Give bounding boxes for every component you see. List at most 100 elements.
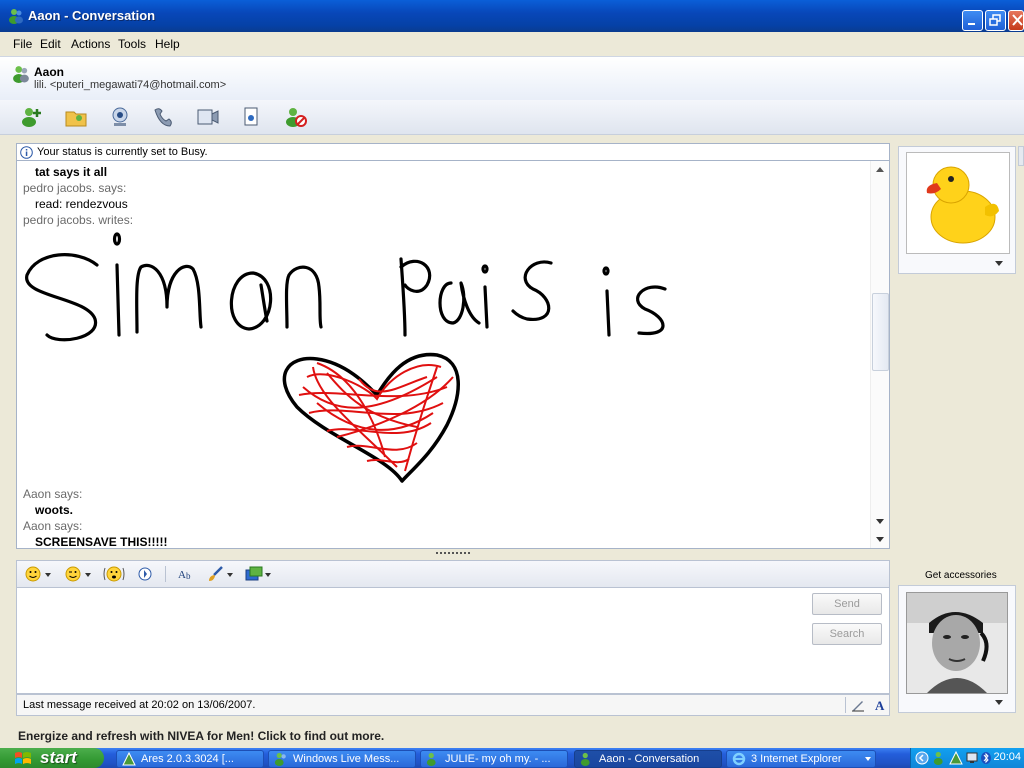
tray-bluetooth-icon[interactable] <box>979 751 993 765</box>
send-files-icon[interactable] <box>64 106 88 128</box>
chat-message: read: rendezvous <box>35 197 128 211</box>
clock: 20:04 <box>993 751 1021 763</box>
chat-message: woots. <box>35 503 73 517</box>
send-button[interactable]: Send <box>812 593 882 615</box>
restore-icon <box>989 14 1001 26</box>
system-tray: 20:04 <box>910 748 1024 768</box>
taskbar-item-label: Aaon - Conversation <box>599 753 700 765</box>
messenger-icon <box>580 752 590 766</box>
conversation-history[interactable]: tat says it all pedro jacobs. says: read… <box>16 161 890 549</box>
user-portrait-icon <box>907 593 1007 693</box>
contact-buddy-icon <box>13 66 29 83</box>
close-button[interactable] <box>1008 10 1024 31</box>
invite-contact-icon[interactable] <box>20 106 44 128</box>
menu-help[interactable]: Help <box>155 37 180 51</box>
chat-message: tat says it all <box>35 165 108 179</box>
contact-name: Aaon <box>34 65 64 79</box>
taskbar-item-conversation[interactable]: Aaon - Conversation <box>574 750 722 768</box>
svg-text:b: b <box>186 571 191 581</box>
chat-sender: Aaon says: <box>23 519 83 533</box>
text-mode-icon[interactable]: A <box>873 698 887 712</box>
scroll-end-arrow-icon[interactable] <box>876 537 884 542</box>
change-display-icon[interactable] <box>245 566 263 582</box>
window-title: Aaon - Conversation <box>28 8 156 23</box>
menu-file[interactable]: File <box>13 37 32 51</box>
chat-sender: Aaon says: <box>23 487 83 501</box>
last-message-bar: Last message received at 20:02 on 13/06/… <box>16 694 890 716</box>
status-notice-text: Your status is currently set to Busy. <box>37 146 208 158</box>
scroll-thumb[interactable] <box>872 293 889 371</box>
message-input[interactable]: Send Search <box>16 588 890 694</box>
nudge-icon[interactable] <box>103 565 125 583</box>
voice-clip-icon[interactable] <box>137 566 153 582</box>
ares-icon <box>122 752 136 766</box>
taskbar: start Ares 2.0.3.3024 [... Windows Live … <box>0 748 1024 768</box>
picture-options-dropdown-icon[interactable] <box>995 261 1003 266</box>
minimize-icon <box>968 23 975 25</box>
taskbar-item-ares[interactable]: Ares 2.0.3.3024 [... <box>116 750 264 768</box>
pane-splitter[interactable] <box>436 552 470 558</box>
menu-edit[interactable]: Edit <box>40 37 61 51</box>
picture-frame <box>906 152 1010 254</box>
tray-ares-icon[interactable] <box>949 751 963 765</box>
start-label: start <box>40 748 77 767</box>
menu-bar: File Edit Actions Tools Help <box>0 34 1024 54</box>
voice-call-icon[interactable] <box>152 106 176 128</box>
search-button[interactable]: Search <box>812 623 882 645</box>
my-picture-options-dropdown-icon[interactable] <box>995 700 1003 705</box>
scroll-up-arrow-icon[interactable] <box>876 167 884 172</box>
show-hidden-icons-icon[interactable] <box>915 751 929 765</box>
tray-network-icon[interactable] <box>965 751 979 765</box>
taskbar-item-label: 3 Internet Explorer <box>751 753 842 765</box>
advertisement-text[interactable]: Energize and refresh with NIVEA for Men!… <box>18 729 384 743</box>
taskbar-item-label: Ares 2.0.3.3024 [... <box>141 753 234 765</box>
font-icon[interactable]: Ab <box>177 566 195 582</box>
handwritten-ink-drawing <box>25 232 667 483</box>
rubber-duck-icon <box>907 153 1009 253</box>
messenger-icon <box>426 752 436 766</box>
taskbar-item-internet-explorer[interactable]: 3 Internet Explorer <box>726 750 876 768</box>
format-toolbar: Ab <box>16 560 890 588</box>
menu-tools[interactable]: Tools <box>118 37 146 51</box>
taskbar-item-messenger[interactable]: Windows Live Mess... <box>268 750 416 768</box>
start-button[interactable]: start <box>0 748 104 768</box>
status-notice: Your status is currently set to Busy. <box>16 143 890 161</box>
svg-text:A: A <box>875 698 885 712</box>
chat-message: SCREENSAVE THIS!!!!! <box>35 535 168 549</box>
display-dropdown-icon[interactable] <box>265 573 271 577</box>
chat-sender: pedro jacobs. writes: <box>23 213 134 227</box>
contact-header: Aaon lili. <puteri_megawati74@hotmail.co… <box>0 56 1024 101</box>
block-contact-icon[interactable] <box>284 106 308 128</box>
taskbar-item-julie[interactable]: JULIE- my oh my. - ... <box>420 750 568 768</box>
handwriting-pen-icon[interactable] <box>851 698 865 712</box>
close-icon <box>1012 14 1023 26</box>
my-display-picture[interactable] <box>898 585 1016 713</box>
messenger-icon <box>274 752 286 766</box>
games-icon[interactable] <box>240 106 264 128</box>
wink-icon[interactable] <box>65 566 81 582</box>
bar-divider <box>845 697 846 713</box>
get-accessories-link[interactable]: Get accessories <box>925 570 997 581</box>
webcam-icon[interactable] <box>108 106 132 128</box>
toolbar-divider <box>165 566 166 582</box>
scroll-down-arrow-icon[interactable] <box>876 519 884 524</box>
restore-button[interactable] <box>985 10 1006 31</box>
wink-dropdown-icon[interactable] <box>85 573 91 577</box>
activities-icon[interactable] <box>196 106 220 128</box>
emoticon-icon[interactable] <box>25 566 41 582</box>
emoticon-dropdown-icon[interactable] <box>45 573 51 577</box>
windows-logo-icon <box>15 752 31 764</box>
side-panel-toggle[interactable] <box>1018 146 1024 166</box>
tray-messenger-icon[interactable] <box>933 751 947 765</box>
minimize-button[interactable] <box>962 10 983 31</box>
taskbar-item-label: JULIE- my oh my. - ... <box>445 753 551 765</box>
group-dropdown-icon[interactable] <box>865 757 871 761</box>
brush-dropdown-icon[interactable] <box>227 573 233 577</box>
chat-scrollbar[interactable] <box>870 161 889 548</box>
messenger-buddy-icon <box>9 9 23 24</box>
svg-text:A: A <box>178 569 186 581</box>
title-bar[interactable]: Aaon - Conversation <box>0 0 1024 32</box>
menu-actions[interactable]: Actions <box>71 37 110 51</box>
background-brush-icon[interactable] <box>207 565 225 583</box>
contact-display-picture[interactable] <box>898 146 1016 274</box>
